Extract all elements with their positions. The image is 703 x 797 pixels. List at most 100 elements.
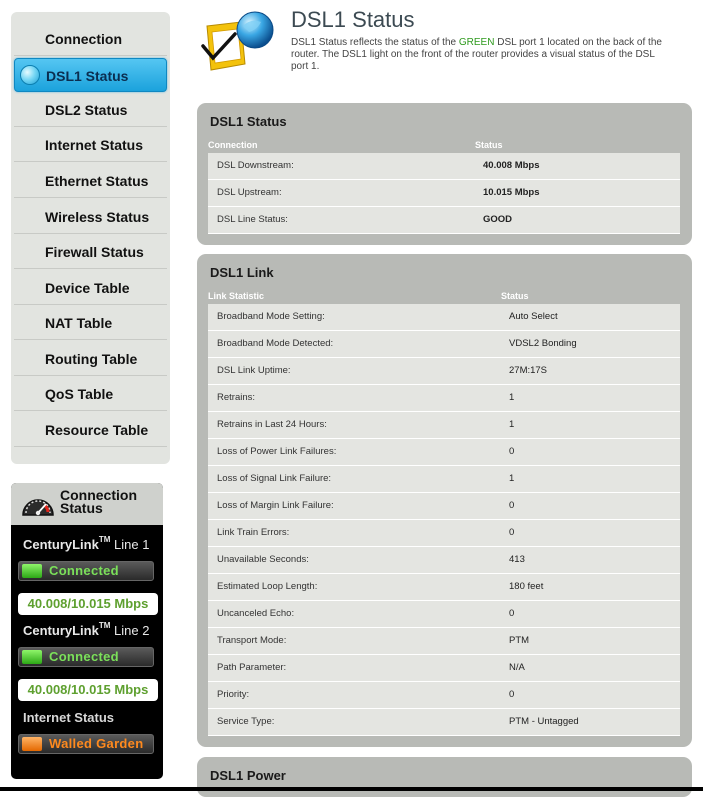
sidebar-item-label: QoS Table (45, 386, 114, 402)
table-row: Broadband Mode Detected: VDSL2 Bonding (208, 331, 680, 358)
table-row: Loss of Margin Link Failure: 0 (208, 493, 680, 520)
trademark: TM (98, 535, 111, 544)
table-row: DSL Link Uptime: 27M:17S (208, 358, 680, 385)
table-row: Path Parameter: N/A (208, 655, 680, 682)
row-value: 180 feet (509, 581, 544, 592)
row-value: 0 (509, 446, 515, 457)
line-name: Line 1 (114, 537, 150, 552)
row-label: Transport Mode: (217, 635, 287, 646)
table-row: Priority: 0 (208, 682, 680, 709)
row-label: Link Train Errors: (217, 527, 290, 538)
sidebar-item-label: Resource Table (45, 422, 149, 438)
table-row: Link Train Errors: 0 (208, 520, 680, 547)
table-row: Transport Mode: PTM (208, 628, 680, 655)
panel-title: DSL1 Status (210, 114, 287, 129)
status-led-icon (22, 737, 42, 751)
widget-header: Connection Status (11, 483, 163, 525)
status-led-icon (22, 564, 42, 578)
sidebar-item-wireless-status[interactable]: Wireless Status (14, 200, 167, 234)
table-row: Retrains in Last 24 Hours: 1 (208, 412, 680, 439)
dsl1-status-panel: DSL1 Status Connection Status DSL Downst… (197, 103, 692, 245)
link-statistics-table: Broadband Mode Setting: Auto Select Broadb… (208, 304, 680, 736)
column-header-status: Status (475, 140, 503, 150)
sidebar-item-dsl1-status[interactable]: DSL1 Status (14, 58, 167, 92)
row-label: Loss of Power Link Failures: (217, 446, 337, 457)
page-bottom-border (0, 787, 703, 791)
sidebar-item-device-table[interactable]: Device Table (14, 271, 167, 305)
sidebar-item-internet-status[interactable]: Internet Status (14, 128, 167, 162)
sidebar-item-label: Internet Status (45, 137, 144, 153)
panel-title: DSL1 Link (210, 265, 274, 280)
page-title: DSL1 Status (291, 7, 415, 32)
line1-status-pill: Connected (18, 561, 154, 581)
row-value: 27M:17S (509, 365, 548, 376)
table-row: Loss of Power Link Failures: 0 (208, 439, 680, 466)
column-header-link-statistic: Link Statistic (208, 291, 265, 301)
sidebar-item-ethernet-status[interactable]: Ethernet Status (14, 164, 167, 198)
internet-status-text: Walled Garden (49, 736, 144, 751)
sidebar-item-label: Device Table (45, 280, 130, 296)
row-label: Service Type: (217, 716, 275, 727)
row-value: N/A (509, 662, 525, 673)
brand-name: CenturyLink (23, 537, 99, 552)
row-label: Retrains: (217, 392, 256, 403)
sidebar-item-firewall-status[interactable]: Firewall Status (14, 235, 167, 269)
widget-title-line2: Status (60, 500, 103, 516)
row-value: 0 (509, 608, 515, 619)
row-value: Auto Select (509, 311, 558, 322)
line-name: Line 2 (114, 623, 150, 638)
row-value: 1 (509, 392, 515, 403)
line1-label: CenturyLinkTM Line 1 (23, 535, 149, 552)
dsl-status-header-icon (201, 11, 274, 71)
table-row: Retrains: 1 (208, 385, 680, 412)
sidebar-item-connection-status[interactable]: Connection Status (14, 22, 167, 81)
sidebar-item-label: DSL1 Status (46, 68, 129, 84)
row-label: Loss of Margin Link Failure: (217, 500, 334, 511)
table-row: DSL Upstream: 10.015 Mbps (208, 180, 680, 207)
internet-status-pill: Walled Garden (18, 734, 154, 754)
sidebar-item-label: Routing Table (45, 351, 138, 367)
line2-status-pill: Connected (18, 647, 154, 667)
status-badge: GOOD (483, 214, 513, 225)
connection-status-widget: Connection Status CenturyLinkTM Line 1 C… (11, 483, 163, 779)
sidebar-nav: Connection Status DSL1 Status DSL2 Statu… (11, 12, 170, 464)
row-value: PTM (509, 635, 530, 646)
status-table: DSL Downstream: 40.008 Mbps DSL Upstream:… (208, 153, 680, 234)
status-led-icon (22, 650, 42, 664)
table-row: Broadband Mode Setting: Auto Select (208, 304, 680, 331)
sidebar-item-nat-table[interactable]: NAT Table (14, 306, 167, 340)
table-row: Uncanceled Echo: 0 (208, 601, 680, 628)
sidebar-item-routing-table[interactable]: Routing Table (14, 342, 167, 376)
row-value: 413 (509, 554, 525, 565)
sidebar-item-dsl2-status[interactable]: DSL2 Status (14, 93, 167, 127)
row-label: Unavailable Seconds: (217, 554, 309, 565)
row-label: DSL Link Uptime: (217, 365, 291, 376)
sidebar-item-label: Ethernet Status (45, 173, 149, 189)
sidebar-item-label: Wireless Status (45, 209, 150, 225)
sidebar-item-resource-table[interactable]: Resource Table (14, 413, 167, 447)
line2-status-text: Connected (49, 649, 119, 664)
globe-icon (20, 65, 40, 85)
speedometer-icon (22, 499, 54, 516)
table-row: Estimated Loop Length: 180 feet (208, 574, 680, 601)
row-value: 1 (509, 473, 515, 484)
table-row: Unavailable Seconds: 413 (208, 547, 680, 574)
column-header-status: Status (501, 291, 529, 301)
panel-title: DSL1 Power (210, 768, 286, 783)
dsl1-link-panel: DSL1 Link Link Statistic Status Broadban… (197, 254, 692, 747)
row-label: Broadband Mode Detected: (217, 338, 334, 349)
row-label: Path Parameter: (217, 662, 287, 673)
row-value: 1 (509, 419, 515, 430)
table-row: Service Type: PTM - Untagged (208, 709, 680, 736)
table-row: DSL Line Status: GOOD (208, 207, 680, 234)
row-value: 0 (509, 689, 515, 700)
row-value: PTM - Untagged (509, 716, 579, 727)
row-label: Retrains in Last 24 Hours: (217, 419, 327, 430)
row-value: 0 (509, 500, 515, 511)
sidebar-item-label: Firewall Status (45, 244, 144, 260)
description-text: DSL1 Status reflects the status of the (291, 37, 459, 48)
sidebar-item-qos-table[interactable]: QoS Table (14, 377, 167, 411)
description-highlight: GREEN (458, 37, 495, 48)
column-header-connection: Connection (208, 140, 258, 150)
sidebar-item-label: DSL2 Status (45, 102, 128, 118)
